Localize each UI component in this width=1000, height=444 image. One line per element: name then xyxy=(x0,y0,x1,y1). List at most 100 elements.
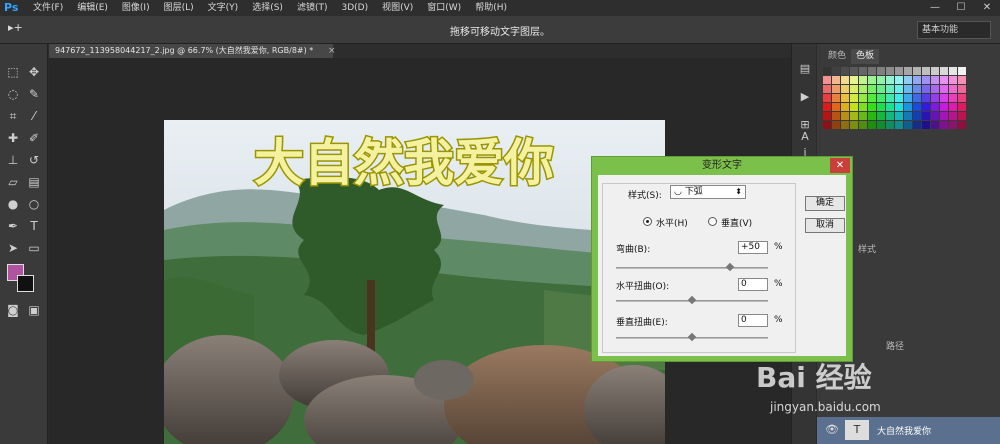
swatch[interactable] xyxy=(940,112,948,120)
swatch[interactable] xyxy=(868,103,876,111)
swatch[interactable] xyxy=(949,103,957,111)
tab-color[interactable]: 颜色 xyxy=(823,49,851,64)
swatch[interactable] xyxy=(868,94,876,102)
swatch[interactable] xyxy=(895,67,903,75)
swatch[interactable] xyxy=(931,103,939,111)
dialog-close-button[interactable]: ✕ xyxy=(830,158,850,173)
swatch[interactable] xyxy=(958,103,966,111)
radio-horizontal[interactable] xyxy=(643,217,652,226)
swatch[interactable] xyxy=(904,85,912,93)
ok-button[interactable]: 确定 xyxy=(805,196,845,211)
swatch[interactable] xyxy=(886,67,894,75)
swatch[interactable] xyxy=(850,121,858,129)
swatch[interactable] xyxy=(823,112,831,120)
swatch[interactable] xyxy=(859,121,867,129)
swatch[interactable] xyxy=(877,121,885,129)
bend-input[interactable]: +50 xyxy=(738,241,768,254)
workspace-select[interactable]: 基本功能 xyxy=(917,21,991,39)
swatch[interactable] xyxy=(850,76,858,84)
type-tool-icon[interactable]: T xyxy=(24,216,44,236)
cancel-button[interactable]: 取消 xyxy=(805,218,845,233)
swatch[interactable] xyxy=(940,121,948,129)
swatch[interactable] xyxy=(940,67,948,75)
swatch[interactable] xyxy=(859,112,867,120)
swatch[interactable] xyxy=(931,76,939,84)
hdistort-input[interactable]: 0 xyxy=(738,278,768,291)
swatch[interactable] xyxy=(886,112,894,120)
close-window-button[interactable]: ✕ xyxy=(974,0,1000,16)
swatch[interactable] xyxy=(958,121,966,129)
menu-item-0[interactable]: 文件(F) xyxy=(26,0,70,16)
swatch[interactable] xyxy=(841,103,849,111)
swatch[interactable] xyxy=(949,121,957,129)
swatch[interactable] xyxy=(922,67,930,75)
swatch[interactable] xyxy=(949,112,957,120)
swatch[interactable] xyxy=(877,85,885,93)
swatch[interactable] xyxy=(958,67,966,75)
swatch[interactable] xyxy=(868,85,876,93)
tab-swatches[interactable]: 色板 xyxy=(851,49,880,64)
swatch[interactable] xyxy=(877,112,885,120)
menu-item-2[interactable]: 图像(I) xyxy=(115,0,157,16)
pen-tool-icon[interactable]: ✒ xyxy=(3,216,23,236)
swatch[interactable] xyxy=(868,121,876,129)
swatch[interactable] xyxy=(922,76,930,84)
swatch[interactable] xyxy=(958,94,966,102)
quick-select-tool-icon[interactable]: ✎ xyxy=(24,84,44,104)
screen-mode-icon[interactable]: ▣ xyxy=(24,300,44,320)
swatch[interactable] xyxy=(886,76,894,84)
actions-panel-icon[interactable]: ▶ xyxy=(796,88,814,106)
swatch[interactable] xyxy=(940,94,948,102)
swatch[interactable] xyxy=(868,76,876,84)
swatch[interactable] xyxy=(823,67,831,75)
swatch[interactable] xyxy=(922,112,930,120)
swatch[interactable] xyxy=(832,76,840,84)
character-panel-icon[interactable]: A xyxy=(796,128,814,146)
menu-item-10[interactable]: 帮助(H) xyxy=(468,0,514,16)
background-color-swatch[interactable] xyxy=(17,275,34,292)
swatch[interactable] xyxy=(823,94,831,102)
menu-item-1[interactable]: 编辑(E) xyxy=(70,0,115,16)
swatch[interactable] xyxy=(913,67,921,75)
swatch[interactable] xyxy=(850,103,858,111)
swatch[interactable] xyxy=(868,67,876,75)
dodge-tool-icon[interactable]: ○ xyxy=(24,194,44,214)
document-tab[interactable]: 947672_113958044217_2.jpg @ 66.7% (大自然我爱… xyxy=(49,44,333,58)
tab-paths[interactable]: 路径 xyxy=(881,340,909,355)
swatch[interactable] xyxy=(859,76,867,84)
layer-row[interactable]: 👁 T 大自然我爱你 xyxy=(817,417,1000,444)
swatch[interactable] xyxy=(850,112,858,120)
menu-item-5[interactable]: 选择(S) xyxy=(245,0,290,16)
lasso-tool-icon[interactable]: ◌ xyxy=(3,84,23,104)
history-panel-icon[interactable]: ▤ xyxy=(796,60,814,78)
swatch[interactable] xyxy=(904,112,912,120)
swatch[interactable] xyxy=(949,94,957,102)
eyedropper-tool-icon[interactable]: ⁄ xyxy=(24,106,44,126)
close-tab-icon[interactable]: × xyxy=(328,44,336,58)
menu-item-6[interactable]: 滤镜(T) xyxy=(290,0,335,16)
swatch[interactable] xyxy=(823,76,831,84)
swatch[interactable] xyxy=(913,94,921,102)
swatch[interactable] xyxy=(841,85,849,93)
swatch[interactable] xyxy=(832,85,840,93)
maximize-button[interactable]: ☐ xyxy=(948,0,974,16)
swatch[interactable] xyxy=(895,112,903,120)
marquee-tool-icon[interactable]: ⬚ xyxy=(3,62,23,82)
swatch-grid[interactable] xyxy=(823,67,973,130)
swatch[interactable] xyxy=(832,121,840,129)
eye-icon[interactable]: 👁 xyxy=(825,423,839,436)
swatch[interactable] xyxy=(850,67,858,75)
brush-tool-icon[interactable]: ✐ xyxy=(24,128,44,148)
menu-item-8[interactable]: 视图(V) xyxy=(375,0,420,16)
path-select-icon[interactable]: ➤ xyxy=(3,238,23,258)
swatch[interactable] xyxy=(841,76,849,84)
swatch[interactable] xyxy=(913,112,921,120)
swatch[interactable] xyxy=(931,67,939,75)
move-tool-icon[interactable]: ✥ xyxy=(24,62,44,82)
swatch[interactable] xyxy=(877,94,885,102)
swatch[interactable] xyxy=(931,85,939,93)
swatch[interactable] xyxy=(868,112,876,120)
swatch[interactable] xyxy=(913,76,921,84)
swatch[interactable] xyxy=(841,112,849,120)
menu-item-9[interactable]: 窗口(W) xyxy=(420,0,468,16)
